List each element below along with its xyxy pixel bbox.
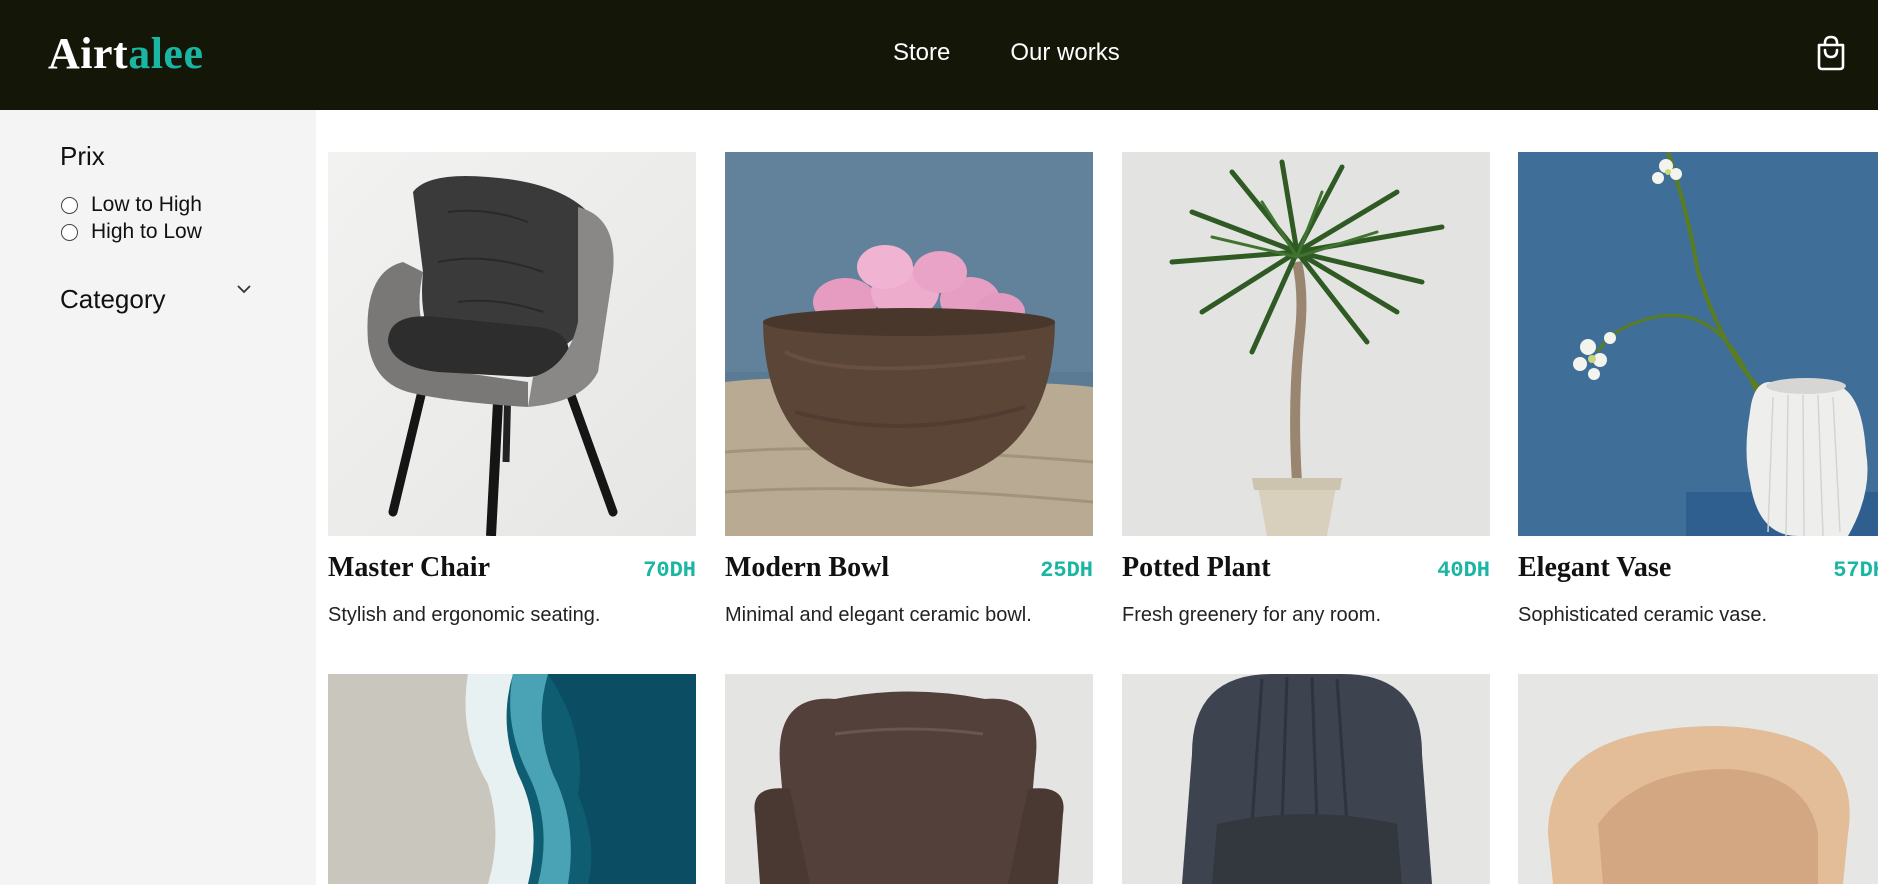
- product-image-armchair-brown[interactable]: [725, 674, 1093, 884]
- product-card[interactable]: [1122, 674, 1490, 884]
- top-navbar: Airtalee Store Our works: [0, 0, 1878, 110]
- radio-high-to-low[interactable]: [61, 223, 78, 241]
- brand-logo[interactable]: Airtalee: [48, 28, 203, 80]
- main-nav: Store Our works: [893, 38, 1120, 68]
- product-card[interactable]: Modern Bowl 25DH Minimal and elegant cer…: [725, 152, 1093, 627]
- product-price: 25DH: [1040, 558, 1093, 583]
- product-card[interactable]: Potted Plant 40DH Fresh greenery for any…: [1122, 152, 1490, 627]
- product-image-ocean[interactable]: [328, 674, 696, 884]
- nav-link-store[interactable]: Store: [893, 38, 950, 68]
- product-image-armchair-beige[interactable]: [1518, 674, 1878, 884]
- product-description: Minimal and elegant ceramic bowl.: [725, 604, 1032, 626]
- product-image-plant[interactable]: [1122, 152, 1490, 536]
- product-title[interactable]: Elegant Vase: [1518, 552, 1671, 584]
- sort-low-to-high-label: Low to High: [91, 193, 202, 216]
- product-card[interactable]: Elegant Vase 57DH Sophisticated ceramic …: [1518, 152, 1878, 627]
- product-card[interactable]: [725, 674, 1093, 884]
- sort-high-to-low-label: High to Low: [91, 220, 202, 243]
- product-price: 40DH: [1437, 558, 1490, 583]
- product-card[interactable]: Master Chair 70DH Stylish and ergonomic …: [328, 152, 696, 627]
- product-price: 70DH: [643, 558, 696, 583]
- sort-high-to-low[interactable]: High to Low: [61, 219, 202, 245]
- category-filter-title[interactable]: Category: [60, 283, 166, 315]
- product-price: 57DH: [1833, 558, 1878, 583]
- logo-text-main: Airt: [48, 29, 129, 78]
- chevron-down-icon[interactable]: [236, 283, 252, 295]
- radio-low-to-high[interactable]: [61, 196, 78, 214]
- product-title[interactable]: Potted Plant: [1122, 552, 1271, 584]
- product-image-bowl[interactable]: [725, 152, 1093, 536]
- nav-link-our-works[interactable]: Our works: [1010, 38, 1119, 68]
- product-description: Fresh greenery for any room.: [1122, 604, 1381, 626]
- product-image-chair[interactable]: [328, 152, 696, 536]
- product-image-vase[interactable]: [1518, 152, 1878, 536]
- product-description: Sophisticated ceramic vase.: [1518, 604, 1768, 626]
- product-card[interactable]: [1518, 674, 1878, 884]
- price-filter-title: Prix: [60, 141, 105, 171]
- shopping-bag-icon[interactable]: [1815, 34, 1847, 72]
- product-title[interactable]: Master Chair: [328, 552, 490, 584]
- product-description: Stylish and ergonomic seating.: [328, 604, 601, 626]
- product-title[interactable]: Modern Bowl: [725, 552, 889, 584]
- product-image-armchair-navy[interactable]: [1122, 674, 1490, 884]
- product-card[interactable]: [328, 674, 696, 884]
- logo-text-accent: alee: [128, 29, 204, 78]
- filter-sidebar: Prix Low to High High to Low Category: [0, 110, 316, 885]
- sort-low-to-high[interactable]: Low to High: [61, 192, 202, 218]
